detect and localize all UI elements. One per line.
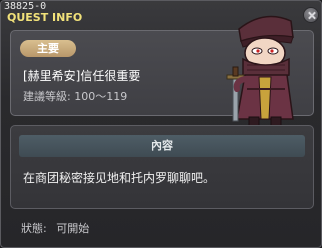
quest-content-panel: 內容 在商团秘密接见地和托内罗聊聊吧。 bbox=[10, 125, 314, 209]
quest-name: [赫里希安]信任很重要 bbox=[23, 69, 141, 83]
recommended-level: 建議等級: 100～119 bbox=[23, 90, 127, 104]
recommended-level-label: 建議等級: bbox=[23, 90, 71, 103]
content-text: 在商团秘密接见地和托内罗聊聊吧。 bbox=[23, 171, 216, 185]
quest-type-badge: 主要 bbox=[20, 40, 76, 57]
npc-portrait-icon bbox=[226, 15, 294, 130]
content-header: 內容 bbox=[19, 135, 305, 157]
status-label: 狀態: bbox=[21, 222, 47, 235]
recommended-level-value: 100～119 bbox=[74, 90, 128, 103]
quest-info-window: 38825-0 QUEST INFO 主要 [赫里希安]信任很重要 建議等級: … bbox=[0, 0, 322, 248]
window-title: QUEST INFO bbox=[7, 11, 83, 24]
status-value: 可開始 bbox=[56, 222, 90, 235]
quest-status: 狀態: 可開始 bbox=[21, 222, 89, 236]
